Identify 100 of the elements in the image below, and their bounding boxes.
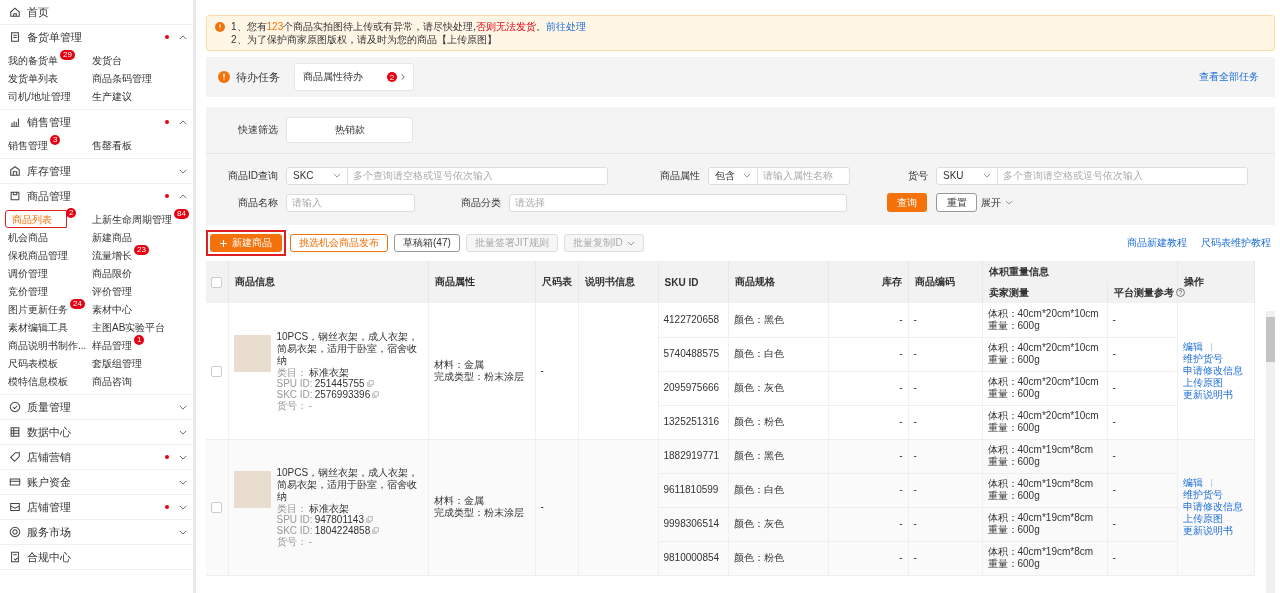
menu-item[interactable]: 店铺营销 [27,449,71,465]
reset-button[interactable]: 重置 [936,193,977,212]
menu-item[interactable]: 合规中心 [27,549,71,565]
chevron-down-icon[interactable] [179,429,187,435]
row-checkbox[interactable] [211,365,223,377]
select-field[interactable]: SKU [936,166,998,185]
chevron-up-icon[interactable] [179,34,187,40]
chevron-down-icon[interactable] [179,454,187,460]
submenu-item[interactable]: 素材编辑工具 [5,318,71,336]
input-field[interactable]: 请输入属性名称 [758,166,850,185]
menu-item[interactable]: 服务市场 [27,524,71,540]
submenu-item[interactable]: 素材中心 [89,300,135,318]
submenu-item[interactable]: 模特信息模板 [5,372,71,390]
envelope-icon [9,501,21,513]
expand-toggle[interactable]: 展开 [981,195,1013,210]
sku-id: 4122720658 [663,313,720,325]
menu-item[interactable]: 账户资金 [27,474,71,490]
document-icon [9,31,21,43]
stock-value: - [899,382,903,393]
input-field[interactable]: 请选择 [509,193,847,212]
action-link[interactable]: 维护货号 [1182,352,1223,364]
table-cell: - [1112,518,1116,529]
menu-item[interactable]: 商品管理 [27,188,71,204]
submenu-item[interactable]: 销售管理 [5,136,51,154]
submenu-item[interactable]: 竞价管理 [5,282,51,300]
submenu-item[interactable]: 流量增长 [89,246,135,264]
chevron-down-icon[interactable] [179,479,187,485]
action-link[interactable]: 更新说明书 [1182,525,1233,536]
input-field[interactable]: 请输入 [286,193,415,212]
action-link[interactable]: 更新说明书 [1182,388,1233,400]
submenu-item[interactable]: 我的备货单 [5,51,61,69]
sku-spec: 颜色：黑色 [733,313,784,325]
submenu-item[interactable]: 主图AB实验平台 [89,318,169,336]
view-all-link[interactable]: 查看全部任务 [1199,70,1259,84]
column-header: 尺码表 [541,276,572,287]
process-link[interactable]: 前往处理 [546,21,587,32]
row-checkbox[interactable] [211,501,223,513]
submenu-item[interactable]: 评价管理 [89,282,135,300]
menu-item[interactable]: 备货单管理 [27,29,82,45]
menu-item[interactable]: 首页 [27,4,49,20]
column-header: 库存 [881,276,902,287]
chevron-down-icon[interactable] [179,529,187,535]
table-cell: - [1112,382,1116,393]
submenu-item[interactable]: 商品条码管理 [89,69,155,87]
submenu-item[interactable]: 尺码表模板 [5,354,61,372]
menu-item[interactable]: 店铺管理 [27,499,71,515]
action-link[interactable]: 申请修改信息 [1182,501,1243,512]
submenu-item[interactable]: 样品管理 [89,336,135,354]
scrollbar[interactable] [1266,311,1275,593]
menu-item[interactable]: 质量管理 [27,399,71,415]
stock-value: - [899,450,903,461]
tutorial-link[interactable]: 商品新建教程 [1127,236,1187,250]
action-link[interactable]: 编辑 [1182,340,1203,352]
action-link[interactable]: 申请修改信息 [1182,364,1243,376]
menu-item[interactable]: 销售管理 [27,114,71,130]
submenu-item[interactable]: 商品限价 [89,264,135,282]
submenu-item[interactable]: 套版组管理 [89,354,145,372]
submenu-item[interactable]: 售罄看板 [89,136,135,154]
field-label: 商品分类 [460,195,502,210]
submenu-item[interactable]: 发货单列表 [5,69,61,87]
table-cell: - [1112,552,1116,563]
select-field[interactable]: SKC [286,166,348,185]
select-all-checkbox[interactable] [211,276,223,288]
submenu-item[interactable]: 图片更新任务 [5,300,71,318]
chevron-down-icon[interactable] [179,168,187,174]
help-icon[interactable] [1175,287,1185,297]
table-cell: - [1112,348,1116,359]
submenu-item[interactable]: 商品说明书制作... [5,336,90,354]
field-label: 类目： [276,503,307,514]
input-field[interactable]: 多个查询请空格或逗号依次输入 [998,166,1248,185]
menu-item[interactable]: 数据中心 [27,424,71,440]
chevron-up-icon[interactable] [179,193,187,199]
spu-id: 251445755 [314,377,365,389]
submenu-item[interactable]: 生产建议 [89,87,135,105]
select-field[interactable]: 包含 [708,166,758,185]
action-link[interactable]: 编辑 [1182,477,1203,488]
action-link[interactable]: 维护货号 [1182,489,1223,500]
submenu-item[interactable]: 新建商品 [89,228,135,246]
chevron-down-icon[interactable] [179,404,187,410]
submenu-item[interactable]: 机会商品 [5,228,51,246]
tutorial-link[interactable]: 尺码表维护教程 [1201,236,1271,250]
sku-spec: 颜色：白色 [733,484,784,495]
chevron-up-icon[interactable] [179,119,187,125]
action-button[interactable]: 草稿箱(47) [394,234,460,252]
todo-card[interactable]: 商品属性待办 2 [294,63,414,91]
submenu-item[interactable]: 保税商品管理 [5,246,71,264]
submenu-item[interactable]: 发货台 [89,51,125,69]
submenu-item[interactable]: 商品咨询 [89,372,135,390]
stock-value: - [899,484,903,495]
menu-item[interactable]: 库存管理 [27,163,71,179]
action-link[interactable]: 上传原图 [1182,513,1223,524]
home-icon [9,6,21,18]
input-field[interactable]: 多个查询请空格或逗号依次输入 [348,166,608,185]
submenu-item[interactable]: 调价管理 [5,264,51,282]
action-link[interactable]: 上传原图 [1182,376,1223,388]
chevron-down-icon[interactable] [179,504,187,510]
submenu-item[interactable]: 司机/地址管理 [5,87,74,105]
quick-filter-chip[interactable]: 热销款 [286,117,413,143]
submenu-item[interactable]: 上新生命周期管理 [89,210,175,228]
product-code: - [913,484,917,495]
